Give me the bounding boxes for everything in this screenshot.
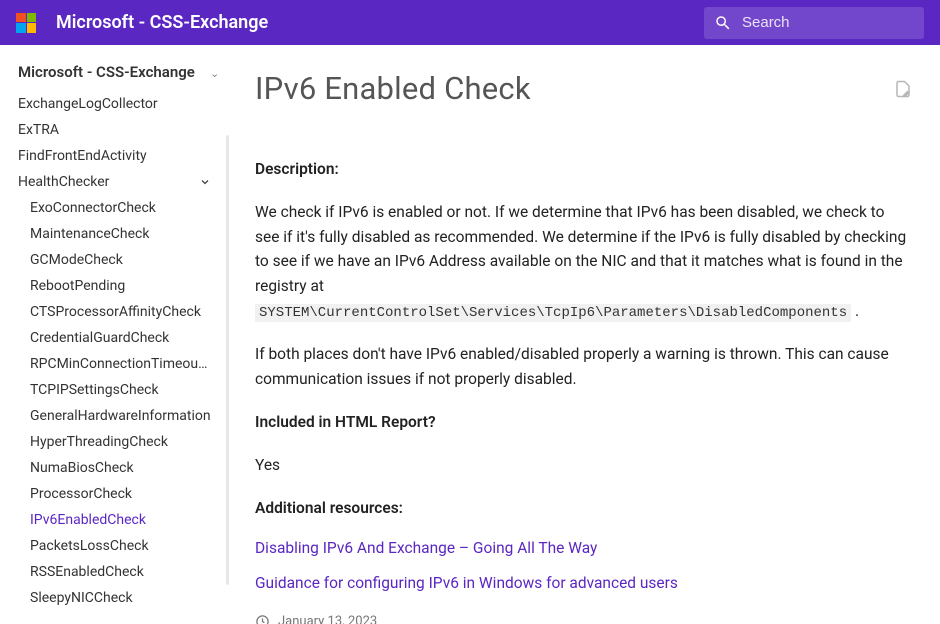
sidebar-item[interactable]: CTSProcessorAffinityCheck — [30, 299, 235, 325]
resources-label: Additional resources: — [255, 496, 912, 521]
resource-link-2[interactable]: Guidance for configuring IPv6 in Windows… — [255, 574, 678, 592]
edit-page-icon[interactable] — [894, 80, 912, 98]
sidebar-item[interactable]: GCModeCheck — [30, 247, 235, 273]
sidebar-item[interactable]: PacketsLossCheck — [30, 533, 235, 559]
header: Microsoft - CSS-Exchange — [0, 0, 940, 45]
sidebar-item[interactable]: TCPIPSettingsCheck — [30, 377, 235, 403]
sidebar-item[interactable]: SleepyNICCheck — [30, 585, 235, 611]
search-box[interactable] — [704, 7, 924, 39]
sidebar-item[interactable]: ProcessorCheck — [30, 481, 235, 507]
sidebar-item[interactable]: HyperThreadingCheck — [30, 429, 235, 455]
sidebar-group-healthchecker[interactable]: HealthChecker — [18, 169, 235, 195]
search-icon — [714, 14, 732, 32]
history-icon — [255, 614, 270, 624]
last-updated-date: January 13, 2023 — [278, 614, 377, 624]
scrollbar[interactable] — [226, 135, 229, 585]
sidebar-item[interactable]: RPCMinConnectionTimeou… — [30, 351, 235, 377]
sidebar-item[interactable]: NumaBiosCheck — [30, 455, 235, 481]
resource-link-1[interactable]: Disabling IPv6 And Exchange – Going All … — [255, 539, 597, 557]
registry-path-code: SYSTEM\CurrentControlSet\Services\TcpIp6… — [255, 304, 851, 322]
sidebar-item[interactable]: RebootPending — [30, 273, 235, 299]
sidebar-group-label: HealthChecker — [18, 169, 109, 195]
sidebar-item[interactable]: MaintenanceCheck — [30, 221, 235, 247]
collapse-icon[interactable]: ⌃ — [210, 66, 219, 79]
description-body: We check if IPv6 is enabled or not. If w… — [255, 200, 912, 325]
sidebar-item[interactable]: RSSEnabledCheck — [30, 559, 235, 585]
sidebar-item[interactable]: FindFrontEndActivity — [18, 143, 235, 169]
included-label: Included in HTML Report? — [255, 410, 912, 435]
included-value: Yes — [255, 453, 912, 478]
sidebar-item[interactable]: ExchangeLogCollector — [18, 91, 235, 117]
sidebar-title[interactable]: Microsoft - CSS-Exchange — [18, 63, 195, 81]
chevron-down-icon — [199, 176, 211, 188]
site-title[interactable]: Microsoft - CSS-Exchange — [56, 12, 704, 33]
sidebar-item[interactable]: CredentialGuardCheck — [30, 325, 235, 351]
sidebar-item[interactable]: IPv6EnabledCheck — [30, 507, 235, 533]
last-updated: January 13, 2023 — [255, 614, 912, 624]
description-label: Description: — [255, 157, 912, 182]
sidebar: Microsoft - CSS-Exchange ⌃ ExchangeLogCo… — [0, 45, 235, 624]
search-input[interactable] — [742, 14, 914, 31]
description-text: We check if IPv6 is enabled or not. If w… — [255, 203, 906, 295]
main-content: IPv6 Enabled Check Description: We check… — [235, 45, 940, 624]
microsoft-logo-icon — [16, 13, 36, 33]
warning-text: If both places don't have IPv6 enabled/d… — [255, 342, 912, 392]
sidebar-item[interactable]: ExTRA — [18, 117, 235, 143]
sidebar-item[interactable]: ExoConnectorCheck — [30, 195, 235, 221]
page-title: IPv6 Enabled Check — [255, 70, 531, 107]
sidebar-item[interactable]: GeneralHardwareInformation — [30, 403, 235, 429]
description-suffix: . — [851, 302, 859, 320]
